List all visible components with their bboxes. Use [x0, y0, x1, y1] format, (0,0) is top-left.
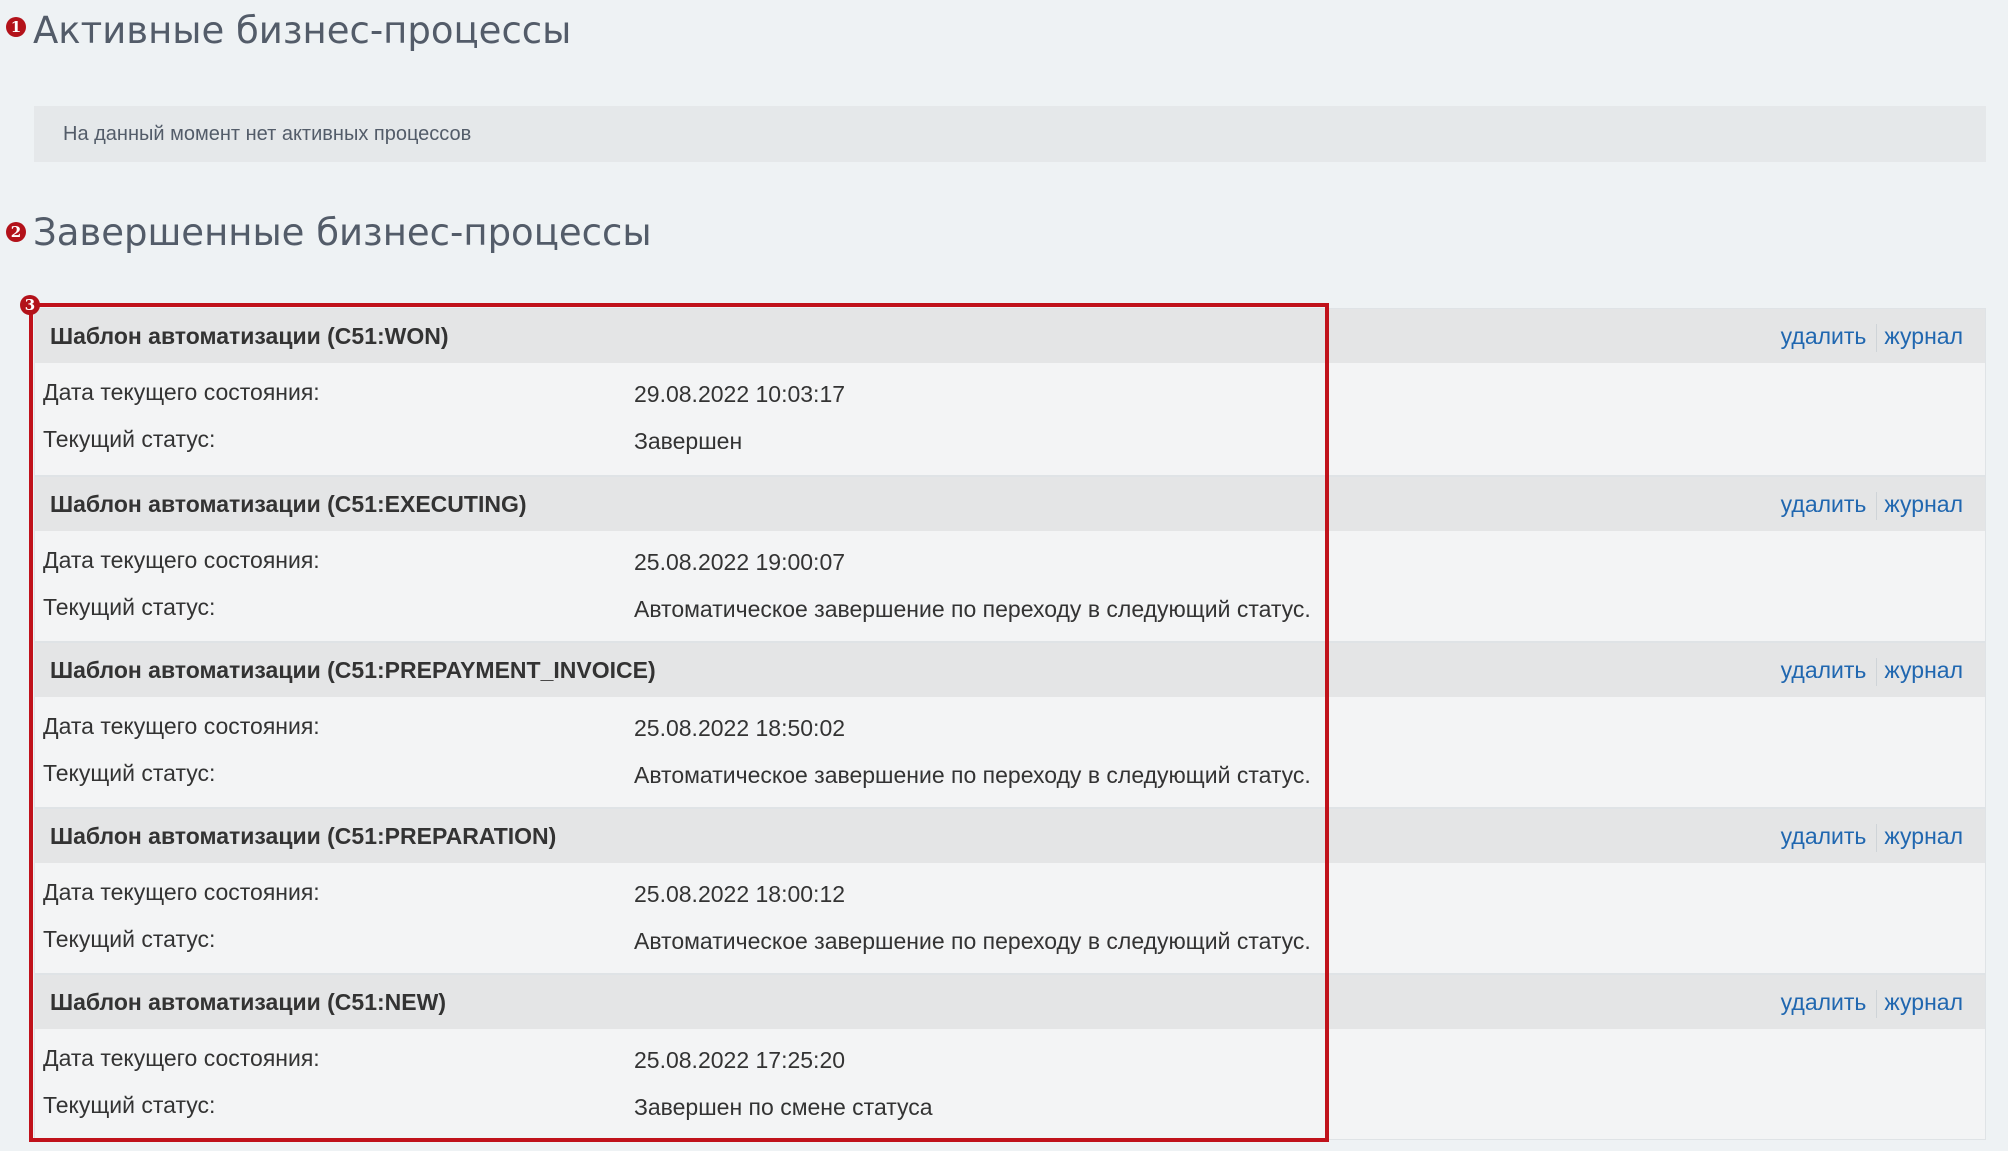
process-title: Шаблон автоматизации (C51:PREPARATION) [50, 823, 557, 849]
date-value: 25.08.2022 18:50:02 [634, 715, 846, 741]
delete-link[interactable]: удалить [1781, 823, 1867, 849]
log-link[interactable]: журнал [1884, 989, 1963, 1015]
process-item: Шаблон автоматизации (C51:EXECUTING) уда… [35, 475, 1985, 641]
status-value: Завершен [634, 428, 743, 454]
process-header: Шаблон автоматизации (C51:PREPAYMENT_INV… [35, 643, 1985, 697]
status-value: Автоматическое завершение по переходу в … [634, 596, 1311, 622]
process-item: Шаблон автоматизации (C51:NEW) удалить жу… [35, 973, 1985, 1139]
process-header: Шаблон автоматизации (C51:PREPARATION) у… [35, 809, 1985, 863]
process-actions: удалить журнал [1781, 309, 1963, 363]
process-title: Шаблон автоматизации (C51:PREPAYMENT_INV… [50, 657, 656, 683]
annotation-marker-1: 1 [6, 17, 26, 37]
completed-processes-title: Завершенные бизнес-процессы [33, 211, 652, 254]
process-title: Шаблон автоматизации (C51:WON) [50, 323, 449, 349]
date-label: Дата текущего состояния: [43, 379, 320, 405]
log-link[interactable]: журнал [1884, 823, 1963, 849]
date-value: 25.08.2022 19:00:07 [634, 549, 846, 575]
process-actions: удалить журнал [1781, 477, 1963, 531]
action-divider [1876, 657, 1878, 686]
process-actions: удалить журнал [1781, 643, 1963, 697]
action-divider [1876, 823, 1878, 852]
delete-link[interactable]: удалить [1781, 491, 1867, 517]
status-label: Текущий статус: [43, 594, 216, 620]
process-header: Шаблон автоматизации (C51:NEW) удалить жу… [35, 975, 1985, 1029]
no-active-processes-message: На данный момент нет активных процессов [34, 106, 1986, 162]
process-title: Шаблон автоматизации (C51:NEW) [50, 989, 446, 1015]
log-link[interactable]: журнал [1884, 323, 1963, 349]
status-value: Автоматическое завершение по переходу в … [634, 928, 1311, 954]
date-label: Дата текущего состояния: [43, 547, 320, 573]
status-value: Автоматическое завершение по переходу в … [634, 762, 1311, 788]
delete-link[interactable]: удалить [1781, 323, 1867, 349]
process-item: Шаблон автоматизации (C51:WON) удалить жу… [35, 309, 1985, 475]
process-header: Шаблон автоматизации (C51:WON) удалить жу… [35, 309, 1985, 363]
action-divider [1876, 323, 1878, 352]
action-divider [1876, 989, 1878, 1018]
completed-process-list: Шаблон автоматизации (C51:WON) удалить жу… [34, 308, 1986, 1140]
delete-link[interactable]: удалить [1781, 657, 1867, 683]
status-value: Завершен по смене статуса [634, 1094, 933, 1120]
date-label: Дата текущего состояния: [43, 713, 320, 739]
action-divider [1876, 491, 1878, 520]
date-value: 29.08.2022 10:03:17 [634, 381, 846, 407]
active-processes-title: Активные бизнес-процессы [33, 9, 572, 52]
status-label: Текущий статус: [43, 426, 216, 452]
date-label: Дата текущего состояния: [43, 879, 320, 905]
date-value: 25.08.2022 18:00:12 [634, 881, 846, 907]
delete-link[interactable]: удалить [1781, 989, 1867, 1015]
process-title: Шаблон автоматизации (C51:EXECUTING) [50, 491, 527, 517]
log-link[interactable]: журнал [1884, 657, 1963, 683]
process-item: Шаблон автоматизации (C51:PREPARATION) у… [35, 807, 1985, 973]
date-label: Дата текущего состояния: [43, 1045, 320, 1071]
status-label: Текущий статус: [43, 926, 216, 952]
process-actions: удалить журнал [1781, 975, 1963, 1029]
annotation-marker-2: 2 [6, 222, 26, 242]
process-item: Шаблон автоматизации (C51:PREPAYMENT_INV… [35, 641, 1985, 807]
process-header: Шаблон автоматизации (C51:EXECUTING) уда… [35, 477, 1985, 531]
status-label: Текущий статус: [43, 1092, 216, 1118]
status-label: Текущий статус: [43, 760, 216, 786]
date-value: 25.08.2022 17:25:20 [634, 1047, 846, 1073]
log-link[interactable]: журнал [1884, 491, 1963, 517]
process-actions: удалить журнал [1781, 809, 1963, 863]
annotation-marker-3: 3 [20, 295, 40, 315]
